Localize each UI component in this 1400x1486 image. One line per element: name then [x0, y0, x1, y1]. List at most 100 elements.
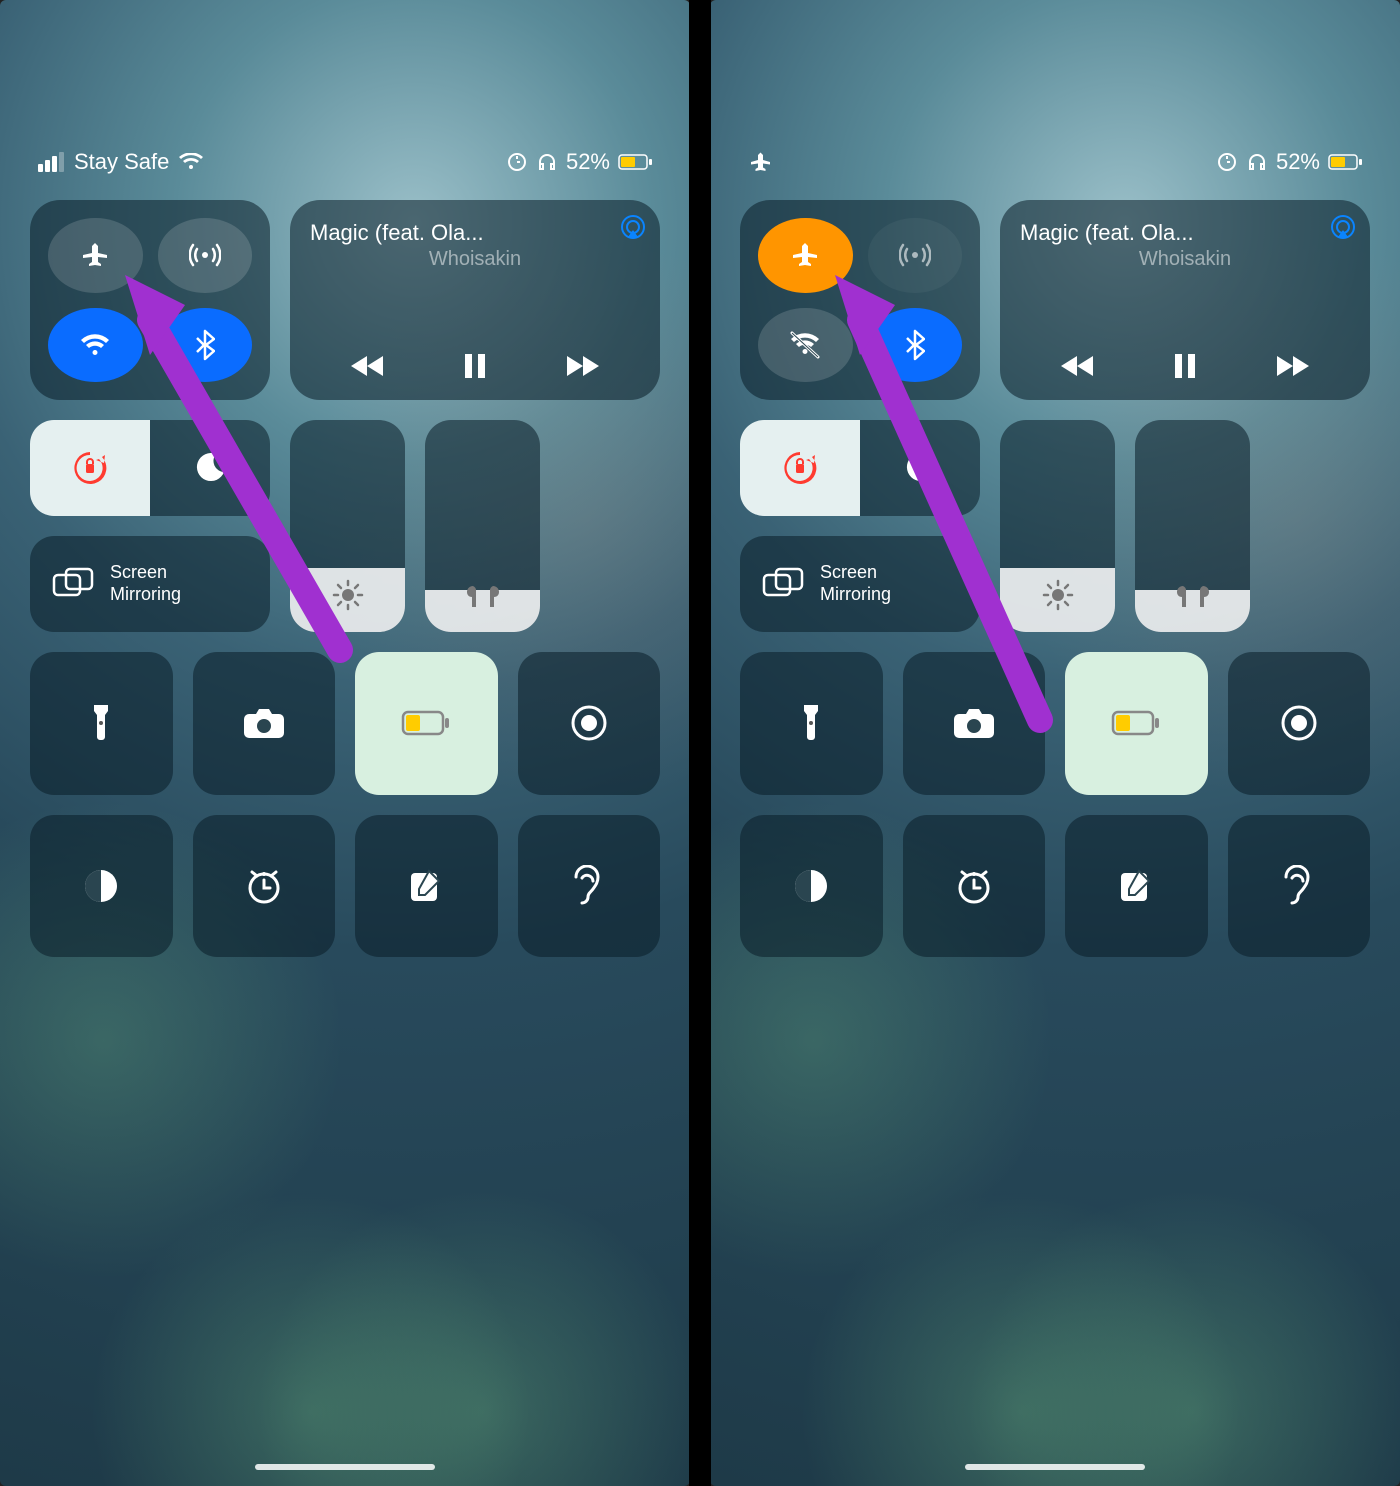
dark-mode-icon [82, 867, 120, 905]
control-center-pane-right: 52% Magic (feat. Ola... Whoisakin [710, 0, 1400, 1486]
flashlight-icon [88, 703, 114, 743]
antenna-icon [899, 239, 931, 271]
alarm-clock-icon [244, 866, 284, 906]
do-not-disturb-toggle[interactable] [150, 420, 270, 516]
low-power-mode-button[interactable] [1065, 652, 1208, 795]
screen-mirroring-label-2: Mirroring [110, 584, 181, 606]
media-track-title: Magic (feat. Ola... [310, 220, 640, 246]
screen-record-button[interactable] [1228, 652, 1371, 795]
airplay-icon[interactable] [620, 214, 646, 240]
cellular-signal-icon [38, 152, 64, 172]
hearing-button[interactable] [518, 815, 661, 958]
volume-slider[interactable] [425, 420, 540, 632]
orientation-lock-icon [778, 446, 822, 490]
notes-button[interactable] [1065, 815, 1208, 958]
ear-icon [1282, 865, 1316, 907]
flashlight-button[interactable] [30, 652, 173, 795]
hearing-button[interactable] [1228, 815, 1371, 958]
media-track-title: Magic (feat. Ola... [1020, 220, 1350, 246]
airpods-icon [1173, 582, 1213, 612]
volume-slider[interactable] [1135, 420, 1250, 632]
battery-percent: 52% [1276, 149, 1320, 175]
camera-button[interactable] [193, 652, 336, 795]
alarm-button[interactable] [903, 815, 1046, 958]
airplay-icon[interactable] [1330, 214, 1356, 240]
wifi-toggle[interactable] [48, 308, 143, 383]
wifi-status-icon [179, 153, 203, 171]
antenna-icon [189, 239, 221, 271]
forward-button[interactable] [565, 354, 601, 378]
alarm-button[interactable] [193, 815, 336, 958]
screen-mirroring-label-1: Screen [110, 562, 181, 584]
rewind-button[interactable] [1059, 354, 1095, 378]
connectivity-panel[interactable] [740, 200, 980, 400]
bluetooth-icon [905, 329, 925, 361]
camera-button[interactable] [903, 652, 1046, 795]
pause-button[interactable] [1173, 352, 1197, 380]
ear-icon [572, 865, 606, 907]
flashlight-button[interactable] [740, 652, 883, 795]
media-artist: Whoisakin [1020, 248, 1350, 271]
moon-icon [902, 450, 938, 486]
battery-percent: 52% [566, 149, 610, 175]
airpods-icon [463, 582, 503, 612]
cellular-data-toggle[interactable] [158, 218, 253, 293]
screen-record-button[interactable] [518, 652, 661, 795]
bluetooth-toggle[interactable] [158, 308, 253, 383]
airplane-mode-toggle[interactable] [758, 218, 853, 293]
screen-mirroring-label-1: Screen [820, 562, 891, 584]
home-indicator[interactable] [255, 1464, 435, 1470]
forward-button[interactable] [1275, 354, 1311, 378]
pause-button[interactable] [463, 352, 487, 380]
status-bar: 52% [710, 142, 1400, 182]
orientation-lock-status-icon [506, 151, 528, 173]
dark-mode-icon [792, 867, 830, 905]
brightness-slider[interactable] [290, 420, 405, 632]
camera-icon [952, 706, 996, 740]
media-artist: Whoisakin [310, 248, 640, 271]
pane-divider [689, 0, 711, 1486]
wifi-toggle[interactable] [758, 308, 853, 383]
screen-mirroring-button[interactable]: ScreenMirroring [740, 536, 980, 632]
sun-icon [1041, 578, 1075, 612]
media-panel[interactable]: Magic (feat. Ola... Whoisakin [1000, 200, 1370, 400]
alarm-clock-icon [954, 866, 994, 906]
rewind-button[interactable] [349, 354, 385, 378]
bluetooth-toggle[interactable] [868, 308, 963, 383]
orientation-lock-toggle[interactable] [30, 420, 150, 516]
record-icon [569, 703, 609, 743]
low-power-mode-button[interactable] [355, 652, 498, 795]
orientation-lock-icon [68, 446, 112, 490]
sun-icon [331, 578, 365, 612]
camera-icon [242, 706, 286, 740]
screen-mirroring-icon [762, 567, 804, 601]
battery-low-power-icon [401, 710, 451, 736]
moon-icon [192, 450, 228, 486]
screen-mirroring-icon [52, 567, 94, 601]
airplane-mode-toggle[interactable] [48, 218, 143, 293]
battery-icon [618, 154, 652, 170]
dark-mode-button[interactable] [30, 815, 173, 958]
battery-low-power-icon [1111, 710, 1161, 736]
headphones-icon [1246, 151, 1268, 173]
orientation-lock-toggle[interactable] [740, 420, 860, 516]
control-center-pane-left: Stay Safe 52% [0, 0, 690, 1486]
wifi-icon [79, 332, 111, 358]
do-not-disturb-toggle[interactable] [860, 420, 980, 516]
notes-button[interactable] [355, 815, 498, 958]
battery-icon [1328, 154, 1362, 170]
brightness-slider[interactable] [1000, 420, 1115, 632]
airplane-icon [80, 240, 110, 270]
headphones-icon [536, 151, 558, 173]
home-indicator[interactable] [965, 1464, 1145, 1470]
flashlight-icon [798, 703, 824, 743]
screen-mirroring-button[interactable]: ScreenMirroring [30, 536, 270, 632]
airplane-status-icon [748, 150, 772, 174]
bluetooth-icon [195, 329, 215, 361]
connectivity-panel[interactable] [30, 200, 270, 400]
cellular-data-toggle[interactable] [868, 218, 963, 293]
status-bar: Stay Safe 52% [0, 142, 690, 182]
dark-mode-button[interactable] [740, 815, 883, 958]
wifi-off-icon [788, 331, 822, 359]
media-panel[interactable]: Magic (feat. Ola... Whoisakin [290, 200, 660, 400]
